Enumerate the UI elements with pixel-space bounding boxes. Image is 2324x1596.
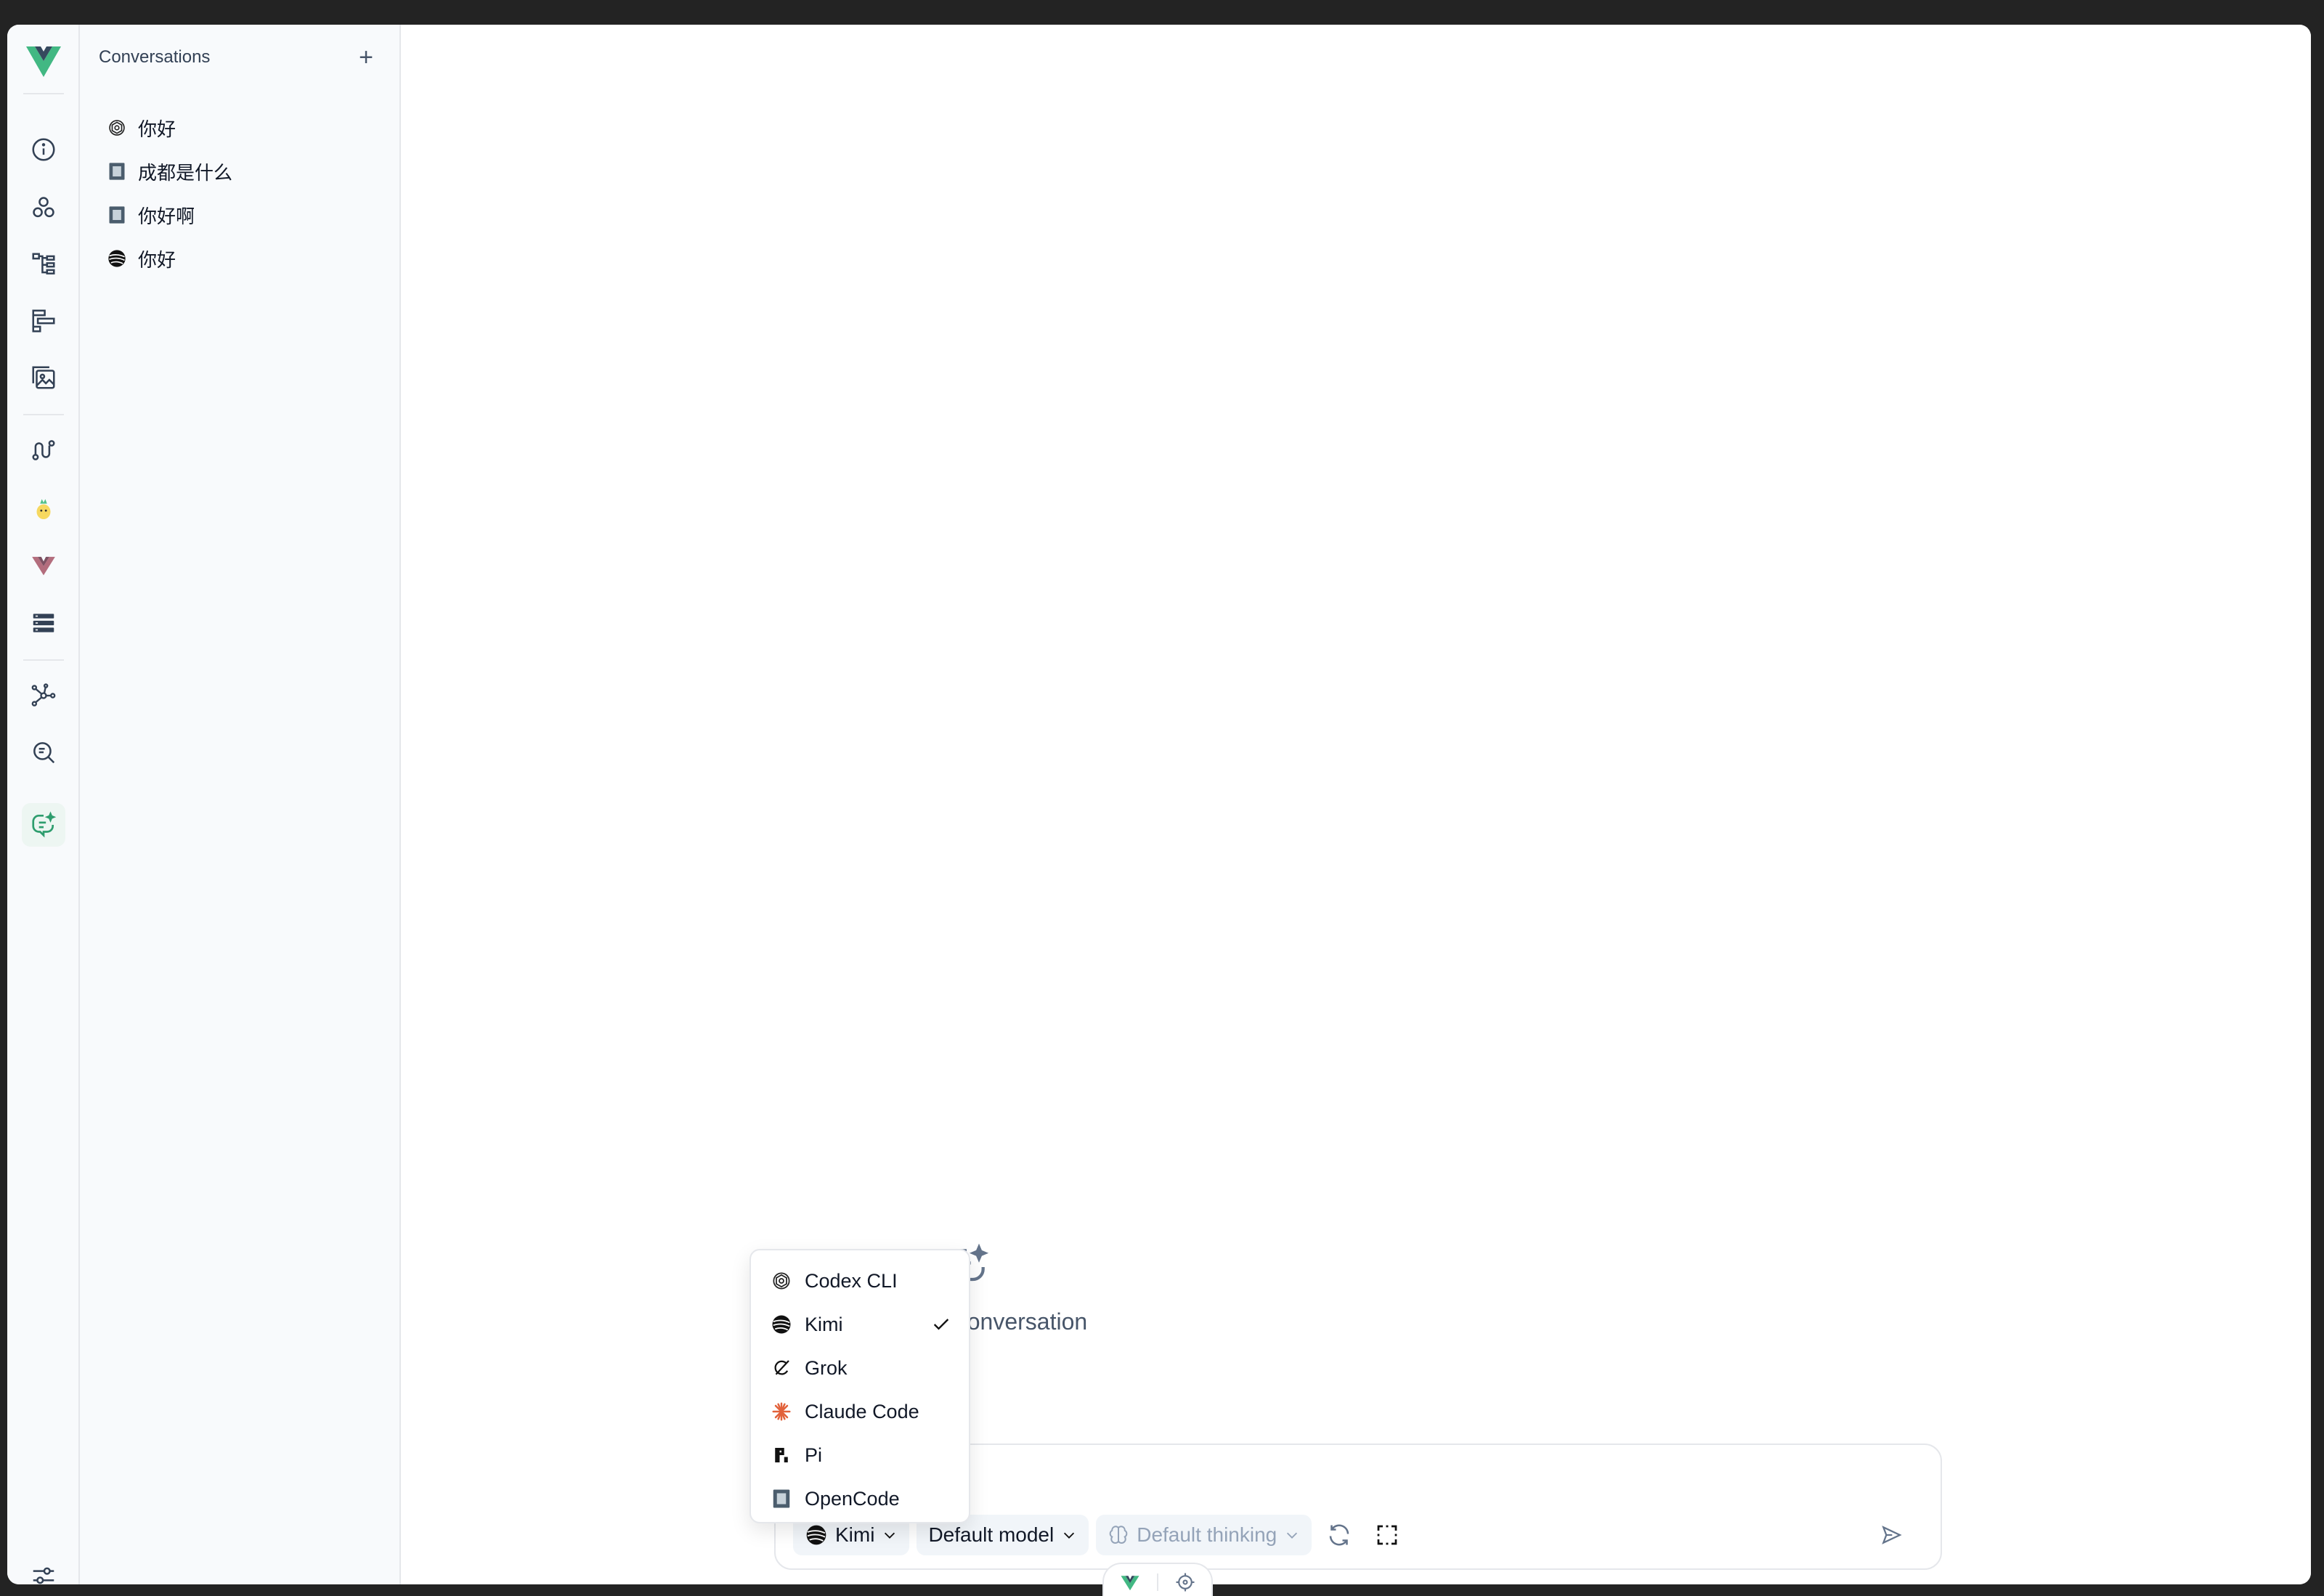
- dock-divider: [1157, 1573, 1158, 1591]
- conversation-item[interactable]: 你好啊: [99, 196, 382, 234]
- info-icon: [32, 138, 55, 161]
- conversations-title: Conversations: [99, 47, 211, 67]
- menu-item-pi[interactable]: Pi: [751, 1433, 969, 1477]
- openai-icon: [770, 1269, 793, 1292]
- assets-icon: [32, 366, 55, 389]
- kimi-icon: [806, 1525, 826, 1545]
- chevron-down-icon: [1064, 1532, 1075, 1539]
- rail-divider: [23, 93, 64, 94]
- list-icon: [33, 614, 54, 632]
- vue-plugin-icon: [32, 556, 55, 576]
- agent-dropdown-menu: Codex CLI Kimi Grok Claude Code Pi OpenC…: [749, 1249, 970, 1523]
- conversation-label: 成都是什么: [138, 161, 233, 184]
- components-icon: [33, 197, 54, 218]
- chevron-down-icon: [885, 1532, 895, 1539]
- menu-item-label: Kimi: [805, 1313, 843, 1335]
- rail-item-vue-plugin[interactable]: [22, 543, 65, 587]
- send-button[interactable]: [1874, 1518, 1909, 1552]
- router-icon: [32, 440, 55, 460]
- rail-item-graph[interactable]: [22, 674, 65, 717]
- conversations-header: Conversations +: [99, 41, 381, 74]
- graph-icon: [31, 683, 56, 707]
- vue-logo-icon: [26, 46, 61, 77]
- menu-item-label: Pi: [805, 1444, 823, 1466]
- rail-item-info[interactable]: [22, 128, 65, 171]
- rail-item-settings[interactable]: [22, 1554, 65, 1584]
- rail-item-assets[interactable]: [22, 356, 65, 399]
- rail-item-search[interactable]: [22, 730, 65, 774]
- opencode-icon: [770, 1487, 793, 1510]
- menu-item-grok[interactable]: Grok: [751, 1346, 969, 1390]
- menu-item-claude-code[interactable]: Claude Code: [751, 1390, 969, 1433]
- vue-logo-icon[interactable]: [1119, 1571, 1141, 1593]
- timeline-icon: [32, 309, 55, 333]
- conversation-item[interactable]: 你好: [99, 109, 382, 147]
- rail-item-list[interactable]: [22, 601, 65, 645]
- thinking-select-label: Default thinking: [1137, 1523, 1277, 1546]
- select-area-button[interactable]: [1367, 1515, 1407, 1555]
- app-window: Conversations + 你好 成都是什么 你好啊 你好 New conv…: [7, 25, 2311, 1584]
- conversation-item[interactable]: 成都是什么: [99, 152, 382, 190]
- opencode-icon: [106, 160, 128, 182]
- icon-rail: [7, 25, 80, 1584]
- menu-item-label: Claude Code: [805, 1400, 919, 1422]
- menu-item-label: OpenCode: [805, 1487, 900, 1510]
- kimi-icon: [770, 1313, 793, 1336]
- chat-sparkle-icon: [32, 811, 57, 838]
- rail-item-components[interactable]: [22, 186, 65, 229]
- conversations-panel: Conversations + 你好 成都是什么 你好啊 你好: [80, 25, 401, 1584]
- grok-icon: [770, 1356, 793, 1380]
- target-icon[interactable]: [1174, 1571, 1196, 1593]
- conversation-label: 你好: [138, 248, 176, 271]
- rail-divider: [23, 414, 64, 415]
- checkmark-icon: [933, 1319, 949, 1330]
- rail-item-timeline[interactable]: [22, 299, 65, 343]
- rail-item-router[interactable]: [22, 428, 65, 472]
- menu-item-opencode[interactable]: OpenCode: [751, 1477, 969, 1520]
- settings-sliders-icon: [33, 1567, 54, 1584]
- select-area-icon: [1377, 1525, 1397, 1545]
- devtools-dock: [1102, 1563, 1213, 1596]
- rail-item-pinia[interactable]: [22, 486, 65, 530]
- conversation-label: 你好啊: [138, 205, 195, 227]
- conversation-label: 你好: [138, 118, 176, 140]
- menu-item-label: Codex CLI: [805, 1269, 898, 1292]
- brain-icon: [1109, 1526, 1128, 1544]
- openai-icon: [106, 117, 128, 139]
- conversation-item[interactable]: 你好: [99, 240, 382, 277]
- rail-divider: [23, 659, 64, 661]
- chevron-down-icon: [1287, 1532, 1298, 1539]
- rail-item-chat[interactable]: [22, 803, 65, 847]
- send-icon: [1882, 1526, 1902, 1544]
- pinia-icon: [36, 499, 51, 520]
- refresh-icon: [1329, 1524, 1349, 1546]
- model-select-label: Default model: [928, 1523, 1055, 1546]
- rail-item-tree[interactable]: [22, 243, 65, 286]
- pi-icon: [770, 1444, 793, 1467]
- claude-icon: [770, 1400, 793, 1423]
- kimi-icon: [106, 248, 128, 269]
- menu-item-codex-cli[interactable]: Codex CLI: [751, 1259, 969, 1303]
- add-conversation-button[interactable]: +: [352, 43, 381, 72]
- tree-icon: [32, 253, 55, 274]
- agent-select-label: Kimi: [835, 1523, 875, 1546]
- menu-item-kimi[interactable]: Kimi: [751, 1303, 969, 1346]
- thinking-select[interactable]: Default thinking: [1096, 1515, 1312, 1555]
- chat-main: [401, 25, 2311, 1584]
- refresh-button[interactable]: [1319, 1515, 1360, 1555]
- opencode-icon: [106, 204, 128, 226]
- search-icon: [33, 742, 55, 764]
- menu-item-label: Grok: [805, 1356, 848, 1379]
